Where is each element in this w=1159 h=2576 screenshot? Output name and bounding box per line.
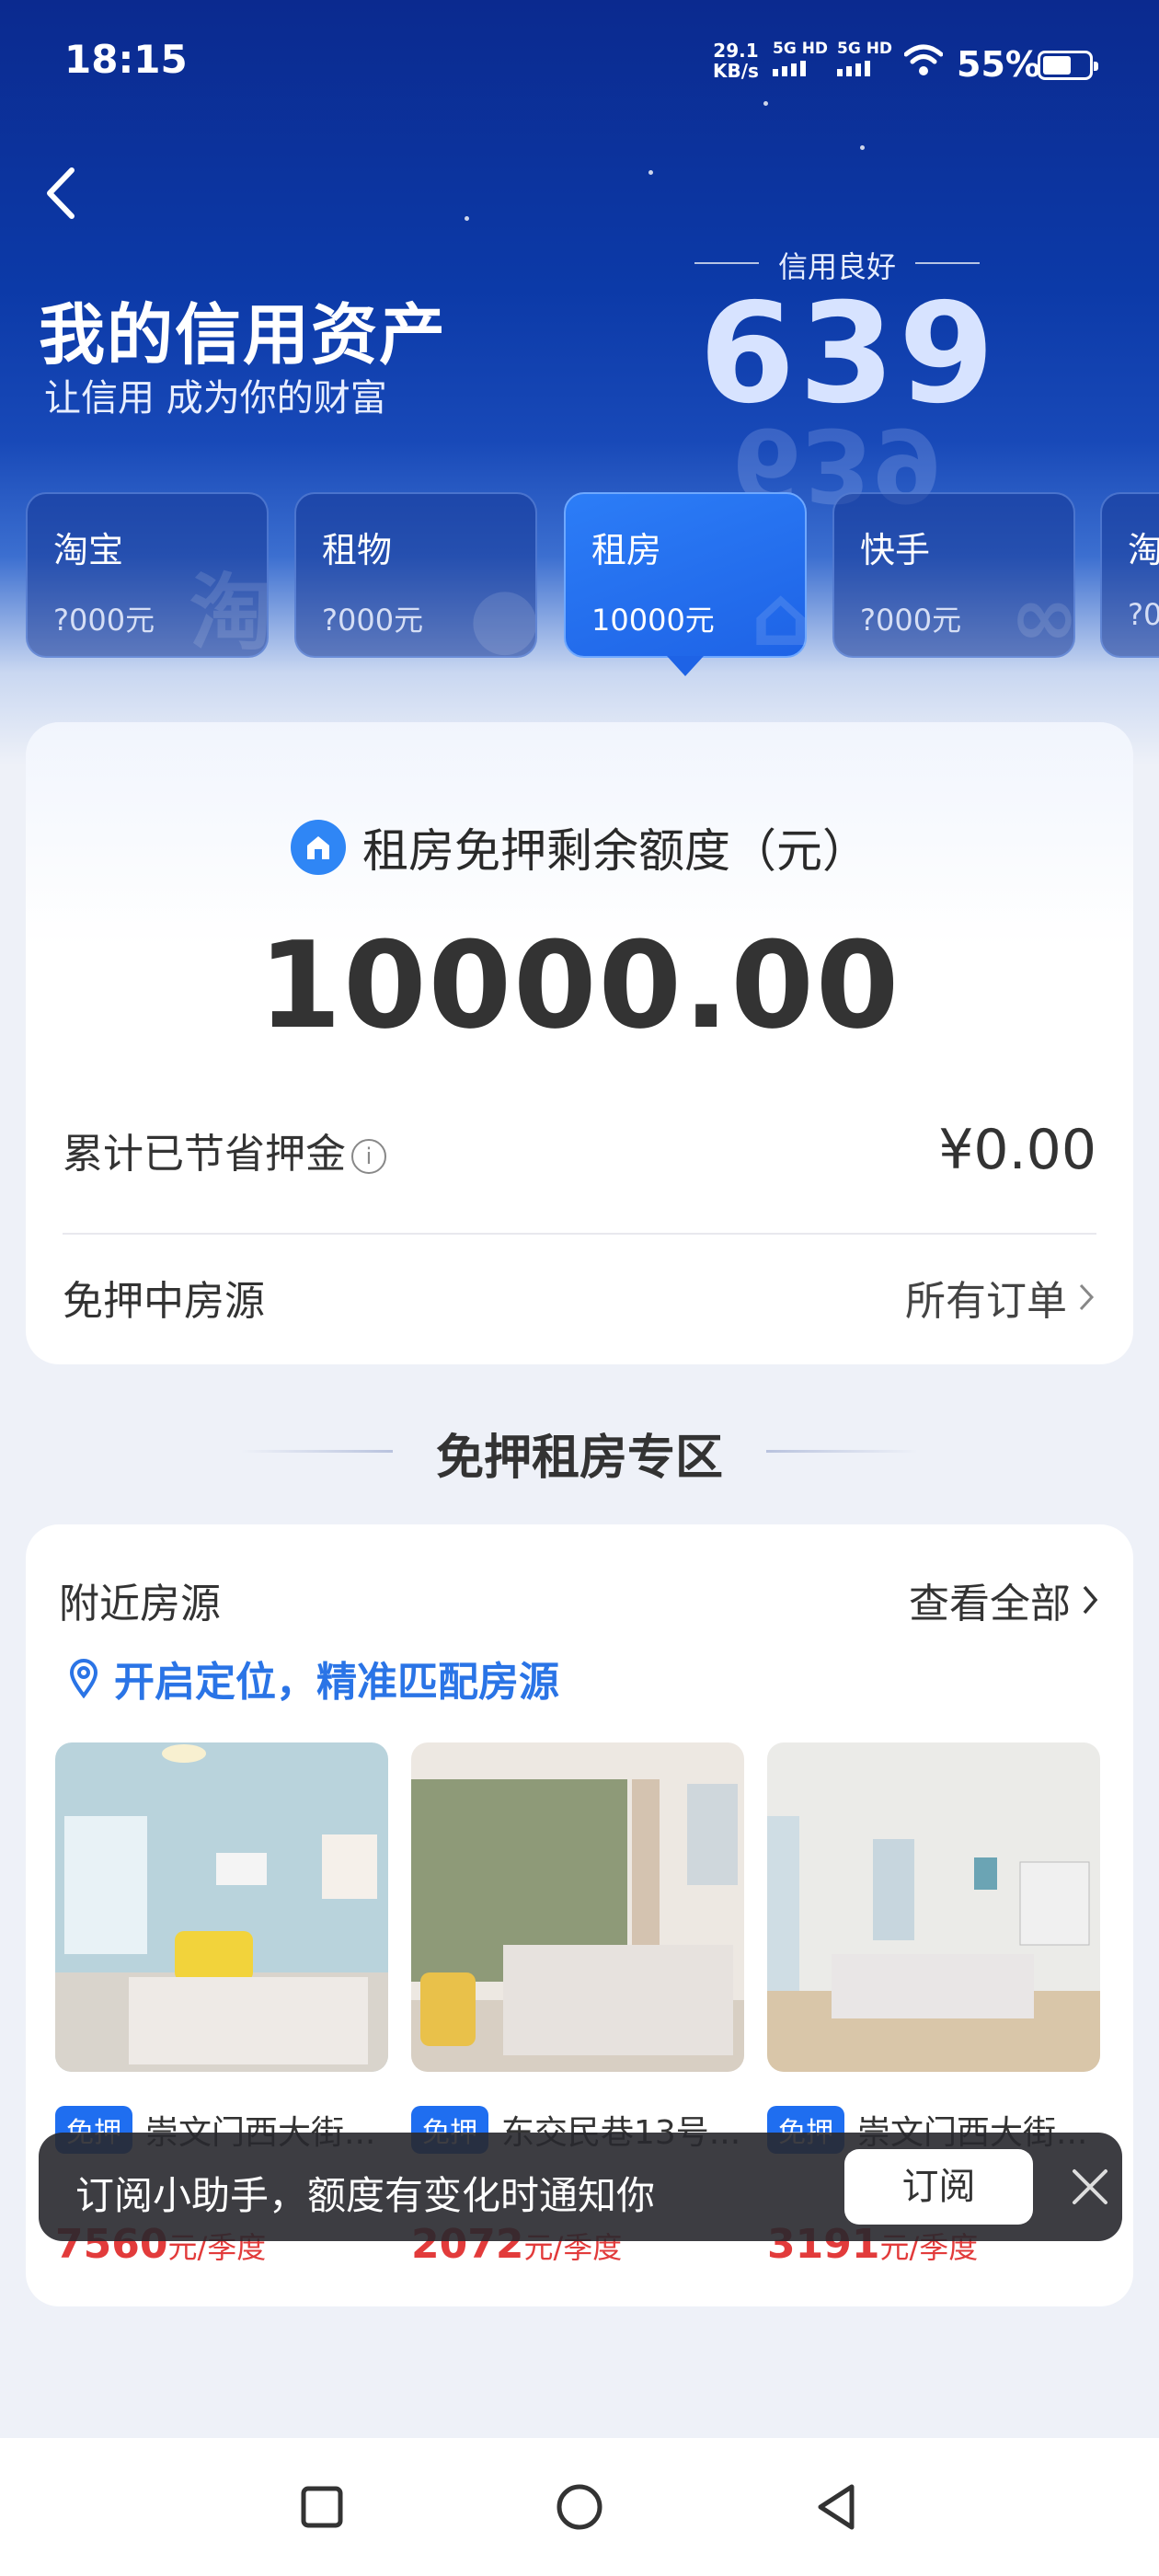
page-title: 我的信用资产 — [39, 296, 448, 374]
recent-apps-icon[interactable] — [294, 2479, 350, 2535]
listing-card[interactable]: 免押 东交民巷13号... 2072元/季度 — [411, 1742, 744, 2268]
saved-deposit-value: ¥0.00 — [938, 1118, 1096, 1182]
info-icon[interactable]: i — [351, 1139, 386, 1174]
saved-deposit-row: 累计已节省押金 i ¥0.00 — [63, 1118, 1096, 1182]
sim1-signal-icon: 5G HD — [773, 40, 828, 76]
tab-label: 淘 — [1128, 522, 1159, 572]
kuaishou-watermark-icon: ∞ — [1010, 569, 1075, 658]
view-all-link[interactable]: 查看全部 — [909, 1570, 1100, 1629]
net-speed: 29.1 KB/s — [713, 40, 759, 82]
tab-label: 快手 — [860, 530, 931, 570]
deposit-free-listings-row: 免押中房源 所有订单 — [63, 1268, 1096, 1327]
quota-amount: 10000.00 — [258, 915, 901, 1055]
credit-score: 639 — [699, 274, 999, 434]
tab-taobao[interactable]: 淘 淘宝 ?000元 — [26, 492, 269, 658]
section-divider-right — [766, 1450, 918, 1453]
rent-goods-watermark-icon: ● — [468, 569, 537, 658]
taobao-watermark-icon: 淘 — [189, 565, 269, 658]
saved-deposit-label: 累计已节省押金 i — [63, 1121, 386, 1179]
battery-icon — [1038, 51, 1098, 80]
tab-label: 租物 — [322, 530, 393, 570]
tab-amount: 10000元 — [591, 603, 715, 638]
listing-card[interactable]: 免押 崇文门西大街... 3191元/季度 — [767, 1742, 1100, 2268]
tab-rent-house[interactable]: ⌂ 租房 10000元 — [564, 492, 810, 676]
wifi-icon — [904, 44, 943, 75]
house-watermark-icon: ⌂ — [751, 569, 810, 665]
tab-amount: ?000元 — [322, 603, 424, 638]
location-pin-icon — [69, 1659, 98, 1698]
tab-amount: ?000元 — [860, 603, 962, 638]
tab-label: 租房 — [591, 530, 662, 570]
tab-kuaishou[interactable]: ∞ 快手 ?000元 — [832, 492, 1075, 658]
battery-percent: 55% — [957, 44, 1040, 85]
toast-message: 订阅小助手，额度有变化时通知你 — [75, 2173, 656, 2218]
chevron-right-icon — [1083, 1585, 1098, 1615]
back-triangle-icon[interactable] — [809, 2479, 865, 2535]
enable-location-prompt[interactable]: 开启定位，精准匹配房源 — [68, 1649, 559, 1708]
all-orders-link[interactable]: 所有订单 — [905, 1268, 1096, 1327]
nearby-title: 附近房源 — [59, 1581, 221, 1627]
listing-photo — [767, 1742, 1100, 2072]
tab-label: 淘宝 — [53, 530, 124, 570]
tab-amount: ?0 — [1128, 597, 1159, 632]
deposit-free-listings-label: 免押中房源 — [63, 1278, 265, 1325]
credit-asset-tabs: 淘 淘宝 ?000元 ● 租物 ?000元 ⌂ 租房 10000元 ∞ 快手 ?… — [26, 492, 1159, 676]
listing-photo — [411, 1742, 744, 2072]
listing-card[interactable]: 免押 崇文门西大街... 7560元/季度 — [55, 1742, 388, 2268]
chevron-right-icon — [1079, 1283, 1095, 1311]
house-icon — [291, 820, 346, 875]
status-time: 18:15 — [64, 37, 188, 82]
divider — [63, 1233, 1096, 1235]
system-nav-bar — [0, 2438, 1159, 2576]
page-subtitle: 让信用 成为你的财富 — [44, 377, 387, 420]
home-icon[interactable] — [552, 2479, 607, 2535]
tab-amount: ?000元 — [53, 603, 155, 638]
subscribe-toast: 订阅小助手，额度有变化时通知你 订阅 — [39, 2133, 1122, 2241]
back-arrow-icon[interactable] — [37, 161, 92, 225]
quota-card: 租房免押剩余额度（元） 10000.00 累计已节省押金 i ¥0.00 免押中房… — [26, 722, 1133, 1364]
status-bar: 18:15 29.1 KB/s 5G HD 5G HD 55% — [0, 0, 1159, 120]
subscribe-button[interactable]: 订阅 — [844, 2149, 1033, 2225]
tab-rent-goods[interactable]: ● 租物 ?000元 — [294, 492, 537, 658]
tab-taobao-2[interactable]: 淘 ?0 — [1100, 492, 1159, 658]
sim2-signal-icon: 5G HD — [837, 40, 892, 76]
quota-heading: 租房免押剩余额度（元） — [26, 814, 1133, 880]
section-title: 免押租房专区 — [435, 1431, 723, 1486]
listing-photo — [55, 1742, 388, 2072]
close-icon[interactable] — [1067, 2164, 1113, 2210]
